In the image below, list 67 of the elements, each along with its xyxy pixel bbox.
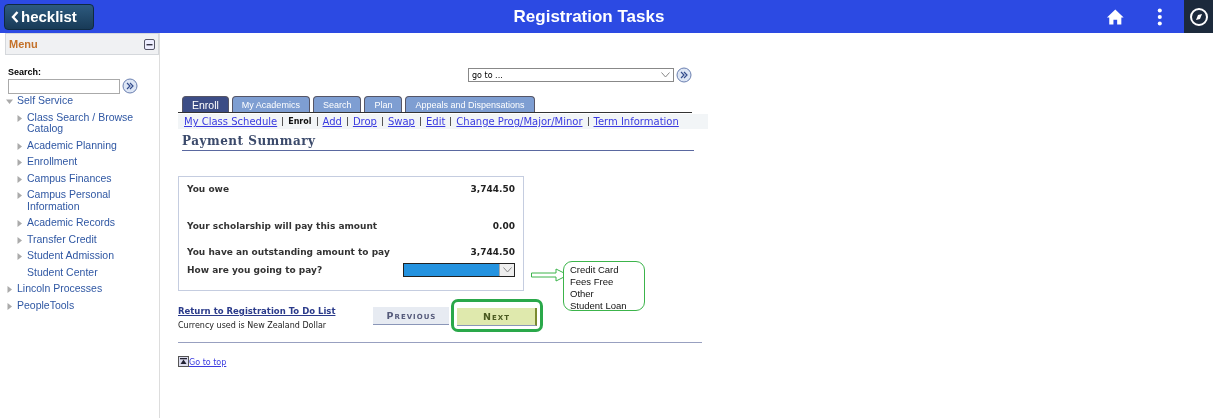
collapsed-arrow-icon[interactable]	[16, 192, 23, 199]
collapsed-arrow-icon[interactable]	[16, 220, 23, 227]
menu-item[interactable]: Campus Personal Information	[27, 189, 146, 212]
previous-button[interactable]: Previous	[373, 306, 450, 325]
compass-icon	[1188, 6, 1209, 27]
collapsed-arrow-icon[interactable]	[16, 114, 23, 122]
summary-label: You owe	[187, 184, 230, 194]
summary-value: 3,744.50	[470, 247, 515, 257]
go-icon[interactable]	[676, 67, 692, 83]
chevron-down-icon	[502, 267, 512, 273]
collapsed-arrow-icon[interactable]	[16, 159, 23, 166]
collapse-icon[interactable]	[144, 38, 155, 50]
menu-item[interactable]: Transfer Credit	[27, 233, 97, 245]
collapsed-arrow-icon[interactable]	[16, 236, 23, 244]
menu-item[interactable]: PeopleTools	[17, 299, 75, 311]
search-field[interactable]	[8, 78, 120, 94]
option-text: Credit Card	[570, 264, 620, 276]
menu-item[interactable]: Academic Records	[27, 217, 116, 229]
section-heading: Payment Summary	[182, 134, 694, 151]
home-icon[interactable]	[1106, 7, 1125, 26]
menu-item[interactable]: Lincoln Processes	[17, 283, 103, 295]
search-label: Search:	[8, 67, 43, 77]
go-to-top-icon[interactable]	[178, 356, 189, 367]
menu-item[interactable]: Enrollment	[27, 156, 78, 168]
navbar-button[interactable]	[1184, 0, 1213, 33]
tab[interactable]: Enroll	[182, 96, 229, 112]
collapsed-arrow-icon[interactable]	[16, 142, 23, 150]
question-label: How are you going to pay?	[187, 265, 323, 275]
menu-item[interactable]: Self Service	[17, 95, 74, 107]
summary-value: 0.00	[492, 221, 515, 231]
go-icon[interactable]	[122, 78, 138, 94]
menu-title: Menu	[9, 38, 38, 50]
nav-link[interactable]: Term Information	[593, 116, 679, 127]
goto-dropdown[interactable]: go to ...	[468, 68, 674, 82]
summary-label: Your scholarship will pay this amount	[187, 221, 378, 231]
nav-link[interactable]: Swap	[387, 116, 415, 127]
summary-value: 3,744.50	[470, 184, 515, 194]
option-text: Student Loan	[570, 300, 628, 312]
chevron-down-icon	[661, 72, 670, 78]
menu-item[interactable]: Campus Finances	[27, 172, 112, 184]
menu-item[interactable]: Student Center	[27, 266, 98, 278]
nav-link[interactable]: Drop	[352, 116, 377, 127]
collapsed-arrow-icon[interactable]	[16, 175, 23, 183]
nav-link[interactable]: Edit	[425, 116, 446, 127]
nav-link[interactable]: My Class Schedule	[184, 116, 278, 127]
return-link[interactable]: Return to Registration To Do List	[178, 306, 336, 316]
chevron-left-icon	[11, 10, 19, 23]
more-options-icon[interactable]	[1156, 6, 1163, 27]
go-to-top-link[interactable]: Go to top	[189, 358, 227, 367]
summary-label: You have an outstanding amount to pay	[187, 247, 390, 257]
back-button[interactable]: hecklist	[4, 3, 94, 30]
menu-item[interactable]: Student Admission	[27, 250, 114, 262]
option-text: Other	[570, 288, 595, 300]
payment-dropdown[interactable]	[403, 263, 515, 277]
collapsed-arrow-icon[interactable]	[6, 286, 13, 293]
currency-note: Currency used is New Zealand Dollar	[178, 321, 328, 330]
collapsed-arrow-icon[interactable]	[6, 302, 13, 310]
expanded-arrow-icon[interactable]	[6, 98, 13, 105]
nav-link[interactable]: Add	[322, 116, 342, 127]
menu-item[interactable]: Academic Planning	[27, 139, 117, 151]
nav-link[interactable]: Change Prog/Major/Minor	[456, 116, 583, 127]
menu-item[interactable]: Class Search / Browse Catalog	[27, 111, 146, 135]
option-text: Fees Free	[570, 276, 615, 288]
next-button[interactable]: Next	[457, 308, 538, 326]
collapsed-arrow-icon[interactable]	[16, 253, 23, 260]
current-page-label: Enrol	[288, 117, 312, 126]
page-title: Registration Tasks	[513, 6, 665, 27]
